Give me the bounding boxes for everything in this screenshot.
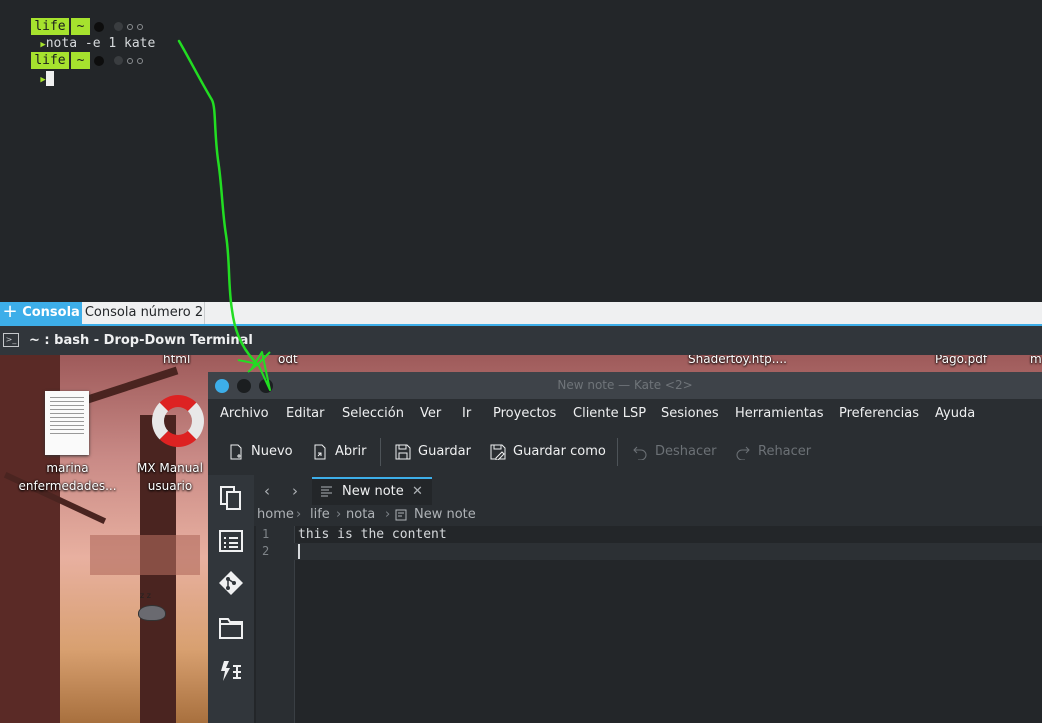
- documents-icon[interactable]: [218, 485, 244, 511]
- line-number: 1: [262, 527, 270, 541]
- breadcrumb-life[interactable]: life: [310, 506, 330, 524]
- new-document-icon: [230, 444, 242, 459]
- kate-window: New note — Kate <2> Archivo Editar Selec…: [208, 372, 1042, 723]
- text-caret: [298, 544, 300, 559]
- kate-window-title: New note — Kate <2>: [557, 378, 693, 392]
- tab-consola-2[interactable]: Consola número 2: [84, 302, 205, 324]
- prompt-dot-icon: [114, 56, 124, 65]
- menu-proyectos[interactable]: Proyectos: [493, 399, 556, 429]
- terminal-title-bar: >_ ~ : bash - Drop-Down Terminal: [0, 326, 1042, 355]
- save-button[interactable]: Guardar: [395, 430, 471, 474]
- current-line-highlight: [294, 543, 1042, 560]
- command-line: ▶nota -e 1 kate: [9, 18, 155, 51]
- menu-bar: Archivo Editar Selección Ver Ir Proyecto…: [208, 399, 1042, 429]
- desktop-icon-label: enfermedades...: [18, 479, 117, 493]
- undo-icon: [633, 446, 647, 460]
- prompt-status-dot-icon: [94, 55, 105, 66]
- menu-preferencias[interactable]: Preferencias: [839, 399, 919, 429]
- prompt-segment-dir: ~: [70, 52, 91, 69]
- redo-icon: [736, 446, 750, 460]
- text-file-icon: [321, 486, 332, 497]
- menu-archivo[interactable]: Archivo: [220, 399, 269, 429]
- document-tab-row: ‹ › New note ✕: [254, 477, 1042, 505]
- prompt-line-2: life ~: [0, 35, 144, 69]
- nav-back-button[interactable]: ‹: [264, 482, 270, 500]
- toolbar-separator: [380, 438, 381, 466]
- open-document-icon: [314, 444, 326, 459]
- save-icon: [395, 444, 411, 459]
- tool-sidebar: [208, 475, 254, 723]
- save-as-icon: [490, 444, 506, 460]
- menu-ver[interactable]: Ver: [420, 399, 441, 429]
- new-label: Nuevo: [251, 444, 293, 459]
- breadcrumb-nota[interactable]: nota: [346, 506, 375, 524]
- new-button[interactable]: Nuevo: [228, 430, 293, 474]
- folder-icon[interactable]: [218, 615, 244, 641]
- redo-button[interactable]: Rehacer: [735, 430, 811, 474]
- terminal-icon: >_: [3, 333, 19, 347]
- code-line: this is the content: [298, 527, 447, 542]
- menu-seleccion[interactable]: Selección: [342, 399, 404, 429]
- desktop-file-label[interactable]: odt: [278, 355, 298, 366]
- prompt-dot-small-icon: [127, 57, 134, 64]
- text-editor[interactable]: 1 2 this is the content: [254, 526, 1042, 723]
- sleeping-cat-icon[interactable]: z z: [136, 591, 166, 623]
- line-number: 2: [262, 544, 270, 558]
- sleep-z-text: z z: [140, 591, 151, 600]
- prompt-line-1: life ~: [0, 1, 144, 35]
- save-as-label: Guardar como: [513, 444, 606, 459]
- symbols-list-icon[interactable]: [218, 528, 244, 554]
- building-silhouette: [90, 535, 200, 575]
- main-toolbar: Nuevo Abrir Guardar Guardar como Deshace…: [208, 430, 1042, 474]
- line-number-gutter: 1 2: [256, 526, 295, 723]
- undo-label: Deshacer: [655, 444, 717, 459]
- toolbar-separator: [617, 438, 618, 466]
- breadcrumb-separator-icon: ›: [296, 507, 302, 522]
- menu-herramientas[interactable]: Herramientas: [735, 399, 824, 429]
- desktop-file-label[interactable]: Pago.pdf: [935, 355, 987, 366]
- tab-new-note[interactable]: New note ✕: [312, 477, 432, 505]
- lifebuoy-icon: [152, 395, 204, 447]
- breadcrumb-new-note[interactable]: New note: [414, 506, 476, 524]
- file-icon: [395, 509, 407, 521]
- desktop-icon-label: marina: [46, 461, 89, 475]
- tab-consola[interactable]: Consola: [20, 302, 82, 324]
- window-title: ~ : bash - Drop-Down Terminal: [29, 333, 253, 348]
- desktop-icon-document[interactable]: marina enfermedades...: [10, 391, 125, 501]
- desktop-file-label[interactable]: m: [1030, 355, 1042, 366]
- menu-sesiones[interactable]: Sesiones: [661, 399, 719, 429]
- breadcrumb-separator-icon: ›: [336, 507, 342, 522]
- menu-ir[interactable]: Ir: [462, 399, 471, 429]
- tab-close-icon[interactable]: ✕: [412, 479, 423, 505]
- prompt-dot-small-icon: [137, 57, 144, 64]
- nav-forward-button[interactable]: ›: [292, 482, 298, 500]
- terminal-cursor: [45, 71, 54, 86]
- lsp-symbols-icon[interactable]: [218, 659, 244, 685]
- console-tab-bar: + Consola Consola número 2: [0, 302, 1042, 326]
- save-label: Guardar: [418, 444, 471, 459]
- menu-editar[interactable]: Editar: [286, 399, 325, 429]
- open-label: Abrir: [335, 444, 367, 459]
- desktop-icon-manual[interactable]: MX Manual usuario: [130, 391, 210, 501]
- save-as-button[interactable]: Guardar como: [490, 430, 606, 474]
- git-icon[interactable]: [218, 570, 244, 596]
- terminal-area[interactable]: life ~ ▶nota -e 1 kate life ~ ▶: [0, 0, 1042, 302]
- menu-cliente-lsp[interactable]: Cliente LSP: [573, 399, 646, 429]
- new-tab-button[interactable]: +: [0, 302, 20, 324]
- open-button[interactable]: Abrir: [312, 430, 366, 474]
- document-icon: [45, 391, 89, 455]
- breadcrumb-home[interactable]: home: [257, 506, 294, 524]
- breadcrumb: home › life › nota › New note: [256, 506, 1042, 526]
- redo-label: Rehacer: [758, 444, 812, 459]
- kate-title-bar: New note — Kate <2>: [208, 372, 1042, 399]
- menu-ayuda[interactable]: Ayuda: [935, 399, 975, 429]
- input-line[interactable]: ▶: [9, 53, 54, 86]
- undo-button[interactable]: Deshacer: [632, 430, 716, 474]
- desktop-icon-label: usuario: [147, 479, 193, 493]
- desktop-icon-label: MX Manual: [137, 461, 203, 475]
- breadcrumb-separator-icon: ›: [385, 507, 391, 522]
- desktop-file-label[interactable]: Shadertoy.htp....: [688, 355, 787, 366]
- tab-label: New note: [342, 484, 404, 499]
- desktop-file-label[interactable]: html: [163, 355, 190, 366]
